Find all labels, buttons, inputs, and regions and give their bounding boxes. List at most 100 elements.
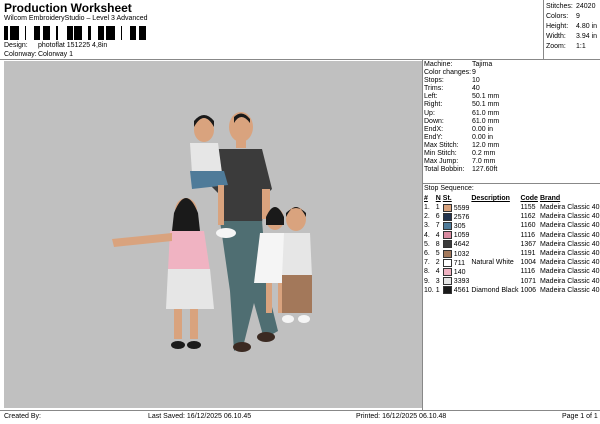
- stop-number: 3.: [424, 222, 430, 230]
- color-description: [471, 277, 520, 286]
- footer-divider: [0, 410, 600, 411]
- color-swatch: [442, 277, 452, 286]
- stats-panel: Stitches: 24020 Colors: 9 Height: 4.80 in W…: [546, 2, 597, 52]
- design-row: Design: photoflat 151225 4,8in: [4, 42, 107, 49]
- stitch-count: 305: [442, 221, 472, 230]
- stop-number: 7.: [424, 259, 430, 267]
- page-number: Page 1 of 1: [562, 413, 598, 420]
- thread-code: 1116: [520, 268, 535, 276]
- spec-max-stitch: Max Stitch: 12.0 mm: [424, 141, 500, 149]
- table-row: 4. 4 1059 1116 Madeira Classic 40: [424, 231, 600, 240]
- col-header-description: Description: [471, 195, 510, 202]
- stop-sequence-heading: Stop Sequence:: [424, 185, 474, 192]
- spec-down: Down: 61.0 mm: [424, 117, 500, 125]
- thread-brand: Madeira Classic 40: [539, 240, 600, 248]
- table-row: 6. 5 1032 1191 Madeira Classic 40: [424, 249, 600, 258]
- table-row: 5. 8 4642 1367 Madeira Classic 40: [424, 240, 600, 249]
- boy-right-figure: [282, 207, 312, 323]
- software-subtitle: Wilcom EmbroideryStudio – Level 3 Advanc…: [4, 15, 148, 22]
- thread-code: 1071: [520, 277, 537, 285]
- thread-code: 1162: [520, 213, 536, 221]
- spec-trims: Trims: 40: [424, 85, 480, 93]
- needle-number: 6: [435, 213, 440, 221]
- table-row: 8. 4 140 1116 Madeira Classic 40: [424, 267, 600, 276]
- stat-zoom: Zoom: 1:1: [546, 43, 586, 50]
- spec-max-jump: Max Jump: 7.0 mm: [424, 158, 496, 166]
- stat-stitches: Stitches: 24020: [546, 3, 596, 10]
- thread-brand: Madeira Classic 40: [539, 277, 600, 285]
- thread-code: 1116: [520, 231, 535, 239]
- stop-number: 10.: [424, 286, 434, 294]
- spec-up: Up: 61.0 mm: [424, 109, 500, 117]
- table-header-row: # N St. Description Code Brand: [424, 194, 600, 203]
- table-row: 10. 1 4561 Diamond Black 1006 Madeira Classic…: [424, 286, 600, 295]
- needle-number: 2: [435, 259, 440, 267]
- colorway-row: Colonway: Colorway 1: [4, 51, 73, 58]
- thread-brand: Madeira Classic 40: [539, 250, 600, 258]
- spec-left: Left: 50.1 mm: [424, 93, 500, 101]
- stop-number: 4.: [424, 231, 430, 239]
- color-description: [471, 240, 520, 249]
- color-description: [471, 249, 520, 258]
- needle-number: 1: [435, 286, 440, 294]
- color-swatch: [442, 267, 452, 276]
- needle-number: 7: [435, 222, 440, 230]
- thread-code: 1006: [520, 286, 537, 294]
- stitch-count: 4642: [442, 240, 472, 249]
- table-row: 1. 1 5599 1155 Madeira Classic 40: [424, 203, 600, 212]
- colorway-label: Colonway:: [4, 51, 37, 58]
- stop-number: 9.: [424, 277, 430, 285]
- stitch-count: 4561: [442, 286, 472, 295]
- col-header-st: St.: [442, 195, 452, 202]
- header-divider: [0, 59, 600, 60]
- thread-brand: Madeira Classic 40: [539, 204, 600, 212]
- thread-brand: Madeira Classic 40: [539, 259, 600, 267]
- page-title: Production Worksheet: [4, 1, 132, 15]
- spec-endx: EndX: 0.00 in: [424, 125, 494, 133]
- col-header-num: #: [424, 195, 428, 202]
- spec-min-stitch: Min Stitch: 0.2 mm: [424, 150, 496, 158]
- color-description: [471, 212, 520, 221]
- stop-number: 6.: [424, 250, 430, 258]
- stats-divider: [543, 0, 544, 59]
- design-label: Design:: [4, 42, 28, 49]
- stop-number: 1.: [424, 204, 430, 212]
- stitch-count: 5599: [442, 203, 472, 212]
- stop-number: 8.: [424, 268, 430, 276]
- needle-number: 1: [435, 204, 440, 212]
- thread-brand: Madeira Classic 40: [539, 268, 600, 276]
- color-description: Natural White: [471, 259, 514, 267]
- spec-right: Right: 50.1 mm: [424, 101, 500, 109]
- table-row: 2. 6 2576 1162 Madeira Classic 40: [424, 212, 600, 221]
- color-swatch: [442, 203, 452, 212]
- spec-endy: EndY: 0.00 in: [424, 133, 494, 141]
- spec-machine: Machine: Tajima: [424, 61, 493, 68]
- needle-number: 4: [435, 231, 440, 239]
- embroidery-family-image: [112, 112, 312, 352]
- color-description: [471, 231, 520, 240]
- printed-date: Printed: 16/12/2025 06.10.48: [356, 413, 447, 420]
- thread-brand: Madeira Classic 40: [539, 286, 600, 294]
- specs-divider: [423, 183, 600, 184]
- spec-total-bobbin: Total Bobbin: 127.60ft: [424, 166, 498, 174]
- color-swatch: [442, 212, 452, 221]
- thread-brand: Madeira Classic 40: [539, 222, 600, 230]
- col-header-code: Code: [520, 195, 538, 202]
- color-description: [471, 221, 520, 230]
- color-swatch: [442, 258, 452, 267]
- stop-sequence-table: # N St. Description Code Brand 1. 1 5599 11…: [424, 194, 600, 295]
- last-saved: Last Saved: 16/12/2025 06.10.45: [148, 413, 252, 420]
- stitch-count: 1032: [442, 249, 472, 258]
- table-row: 7. 2 711 Natural White 1004 Madeira Classic 4…: [424, 258, 600, 267]
- machine-specs: Machine: Tajima Color changes: 9 Stops: 10 …: [424, 61, 499, 174]
- table-row: 9. 3 3393 1071 Madeira Classic 40: [424, 277, 600, 286]
- stitch-count: 2576: [442, 212, 472, 221]
- design-value: photoflat 151225 4,8in: [37, 42, 108, 49]
- created-by: Created By:: [4, 413, 41, 420]
- barcode: [4, 26, 146, 40]
- spec-stops: Stops: 10: [424, 77, 480, 85]
- design-preview: [4, 61, 422, 408]
- stat-width: Width: 3.94 in: [546, 33, 598, 40]
- spec-color-changes: Color changes: 9: [424, 69, 476, 77]
- thread-brand: Madeira Classic 40: [539, 231, 600, 239]
